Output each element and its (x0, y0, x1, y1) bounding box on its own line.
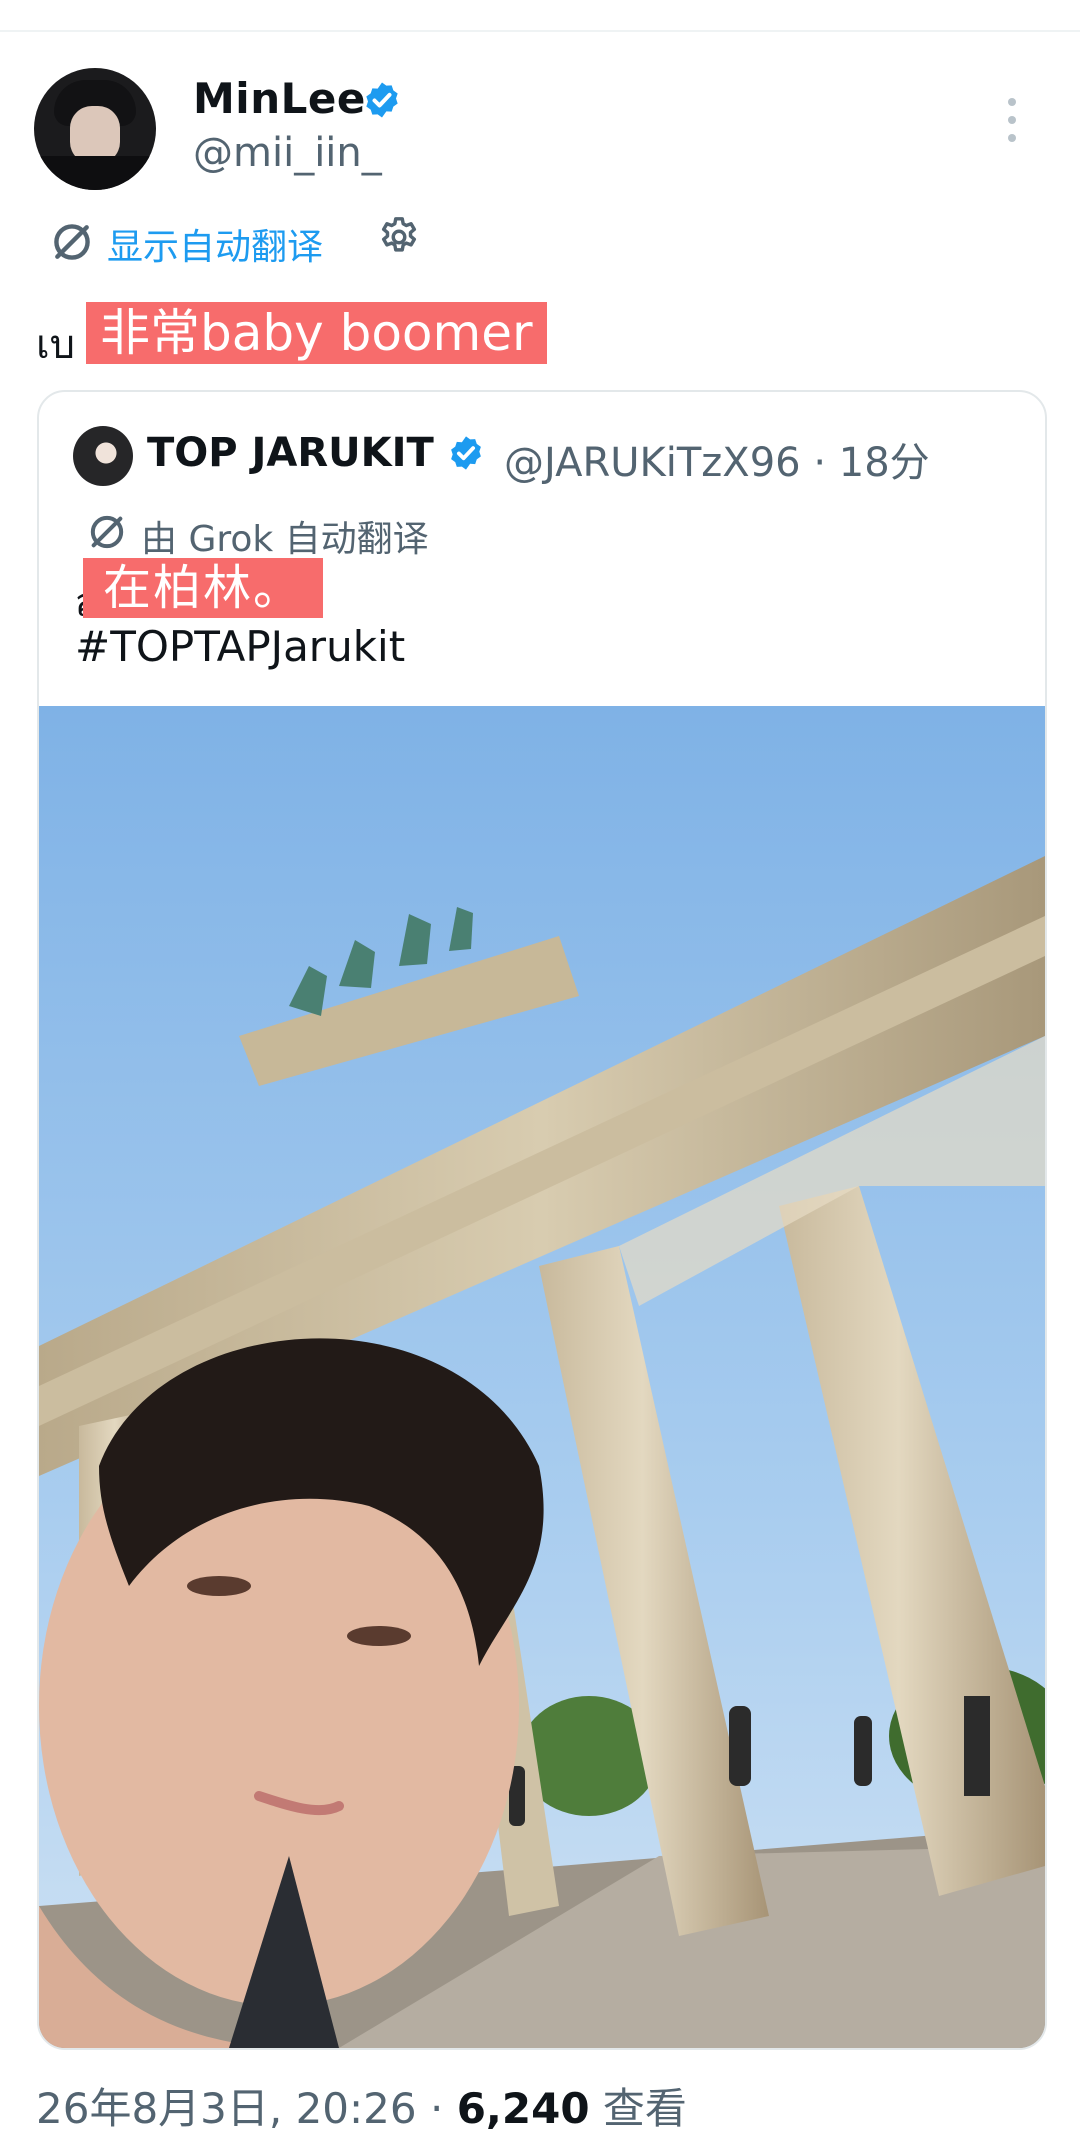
verified-badge-icon (451, 436, 481, 470)
timestamp[interactable]: 26年8月3日, 20:26 (36, 2084, 417, 2133)
tweet-photo[interactable] (39, 706, 1045, 2048)
quoted-author-avatar[interactable] (73, 426, 133, 486)
quoted-tweet-card[interactable]: TOP JARUKIT @JARUKiTzX96 · 18分 由 Grok 自动… (37, 390, 1047, 2050)
translate-icon (54, 224, 90, 260)
author-name[interactable]: MinLee (193, 74, 366, 123)
quoted-author-name[interactable]: TOP JARUKIT (147, 430, 434, 476)
original-text-fragment: เบ (36, 322, 76, 368)
quoted-author-handle[interactable]: @JARUKiTzX96 · 18分 (504, 430, 930, 488)
show-translation-link[interactable]: 显示自动翻译 (107, 218, 323, 270)
tweet-meta: 26年8月3日, 20:26 · 6,240 查看 (36, 2075, 687, 2136)
meta-separator: · (416, 2084, 457, 2133)
translated-tweet-text: 非常baby boomer (86, 302, 547, 364)
author-handle[interactable]: @mii_iin_ (193, 130, 382, 176)
quoted-translated-text: 在柏林。 (83, 558, 324, 618)
views-label: 查看 (602, 2084, 687, 2133)
top-divider (0, 30, 1080, 32)
gear-icon[interactable] (376, 214, 422, 260)
verified-badge-icon (366, 82, 398, 118)
hashtag-link[interactable]: #TOPTAPJarukit (75, 622, 405, 671)
more-vertical-icon[interactable] (1000, 98, 1024, 142)
author-avatar[interactable] (34, 68, 156, 190)
translate-icon (90, 515, 124, 549)
views-count: 6,240 (456, 2084, 590, 2133)
grok-translation-label: 由 Grok 自动翻译 (141, 519, 429, 560)
avatar-shirt (34, 156, 156, 190)
